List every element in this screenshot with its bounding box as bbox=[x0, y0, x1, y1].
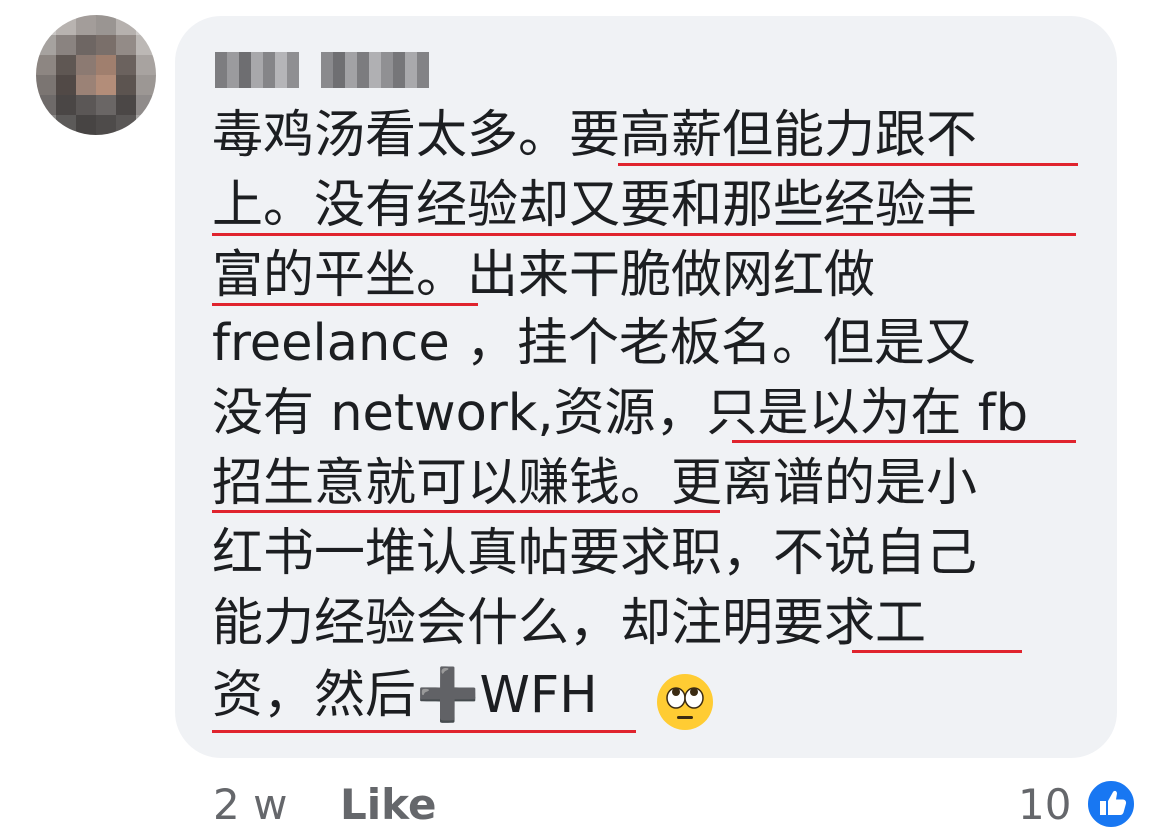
reaction-count[interactable]: 10 bbox=[1018, 778, 1071, 832]
comment-text-line-4: freelance ，挂个老板名。但是又 bbox=[212, 314, 976, 373]
comment-text-line-2: 上。没有经验却又要和那些经验丰 bbox=[212, 176, 978, 235]
red-underline-annotation bbox=[852, 650, 1022, 653]
rolling-eyes-emoji bbox=[657, 674, 713, 730]
comment-text-line-9: 资，然后➕WFH bbox=[212, 666, 598, 725]
comment-text-line-7: 红书一堆认真帖要求职，不说自己 bbox=[212, 524, 978, 583]
red-underline-annotation bbox=[212, 303, 478, 306]
comment-text-line-6: 招生意就可以赚钱。更离谱的是小 bbox=[212, 454, 978, 513]
red-underline-annotation bbox=[212, 233, 1076, 236]
thumbs-up-icon[interactable] bbox=[1086, 779, 1136, 829]
comment-text-line-5: 没有 network,资源，只是以为在 fb bbox=[212, 384, 1029, 443]
red-underline-annotation bbox=[732, 440, 1076, 443]
red-underline-annotation bbox=[212, 730, 636, 733]
like-button[interactable]: Like bbox=[340, 778, 436, 832]
avatar[interactable] bbox=[36, 15, 156, 135]
red-underline-annotation bbox=[618, 163, 1078, 166]
comment-text-line-3: 富的平坐。出来干脆做网红做 bbox=[212, 246, 876, 305]
comment-text-line-1: 毒鸡汤看太多。要高薪但能力跟不 bbox=[212, 106, 978, 165]
author-last-name-blur bbox=[321, 52, 429, 88]
red-underline-annotation bbox=[212, 510, 720, 513]
comment-text-line-8: 能力经验会什么，却注明要求工 bbox=[212, 594, 927, 653]
comment-author-name[interactable] bbox=[215, 52, 433, 88]
comment-timestamp[interactable]: 2 w bbox=[213, 778, 287, 832]
author-first-name-blur bbox=[215, 52, 299, 88]
